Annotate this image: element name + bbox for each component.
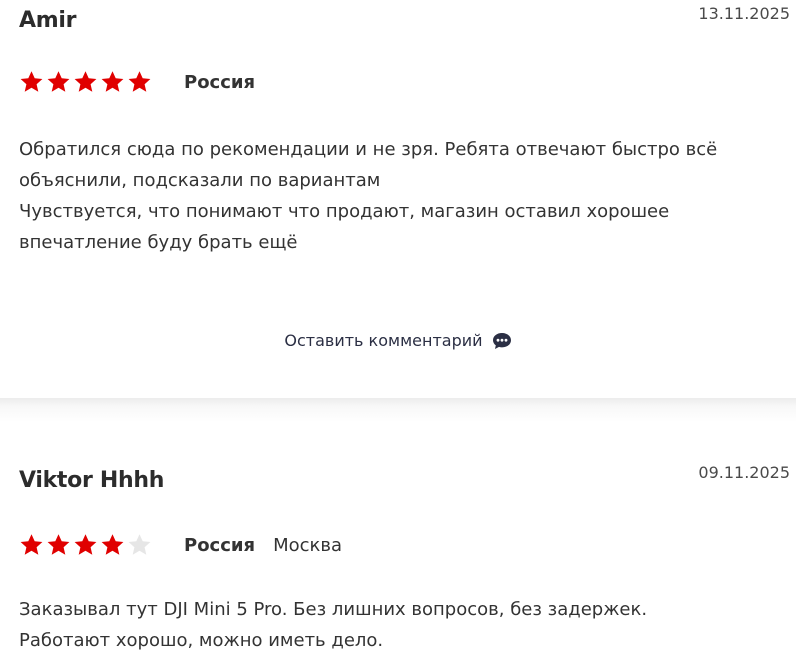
review-text-line: Заказывал тут DJI Mini 5 Pro. Без лишних… [19, 599, 648, 651]
review-text-line: Чувствуется, что понимают что продают, м… [19, 201, 670, 253]
leave-comment-label: Оставить комментарий [284, 331, 483, 350]
review-country: Россия [184, 534, 256, 556]
star-icon [128, 70, 151, 92]
review-meta: Россия [19, 67, 273, 97]
speech-bubble-icon [492, 332, 511, 349]
rating-stars [19, 533, 152, 558]
star-icon [101, 70, 124, 92]
review-author: Amir [19, 8, 77, 33]
review-text: Обратился сюда по рекомендации и не зря.… [19, 134, 776, 258]
rating-stars [19, 70, 152, 95]
review-date: 13.11.2025 [698, 4, 790, 23]
star-icon [20, 533, 43, 555]
star-icon [74, 70, 97, 92]
review-meta: Россия Москва [19, 530, 360, 560]
review-date: 09.11.2025 [698, 463, 790, 482]
review-text-line: Обратился сюда по рекомендации и не зря.… [19, 139, 718, 191]
review-country: Россия [184, 71, 256, 93]
review-card-1: Amir 13.11.2025 Россия Обратился сюда по… [0, 0, 796, 398]
star-icon [101, 533, 124, 555]
review-city: Москва [273, 534, 343, 556]
star-icon [20, 70, 43, 92]
review-text: Заказывал тут DJI Mini 5 Pro. Без лишних… [19, 594, 706, 656]
star-icon [47, 533, 70, 555]
star-icon [128, 533, 151, 555]
star-icon [74, 533, 97, 555]
review-divider [0, 398, 796, 422]
review-author: Viktor Hhhh [19, 468, 165, 493]
leave-comment-link[interactable]: Оставить комментарий [0, 330, 796, 351]
star-icon [47, 70, 70, 92]
